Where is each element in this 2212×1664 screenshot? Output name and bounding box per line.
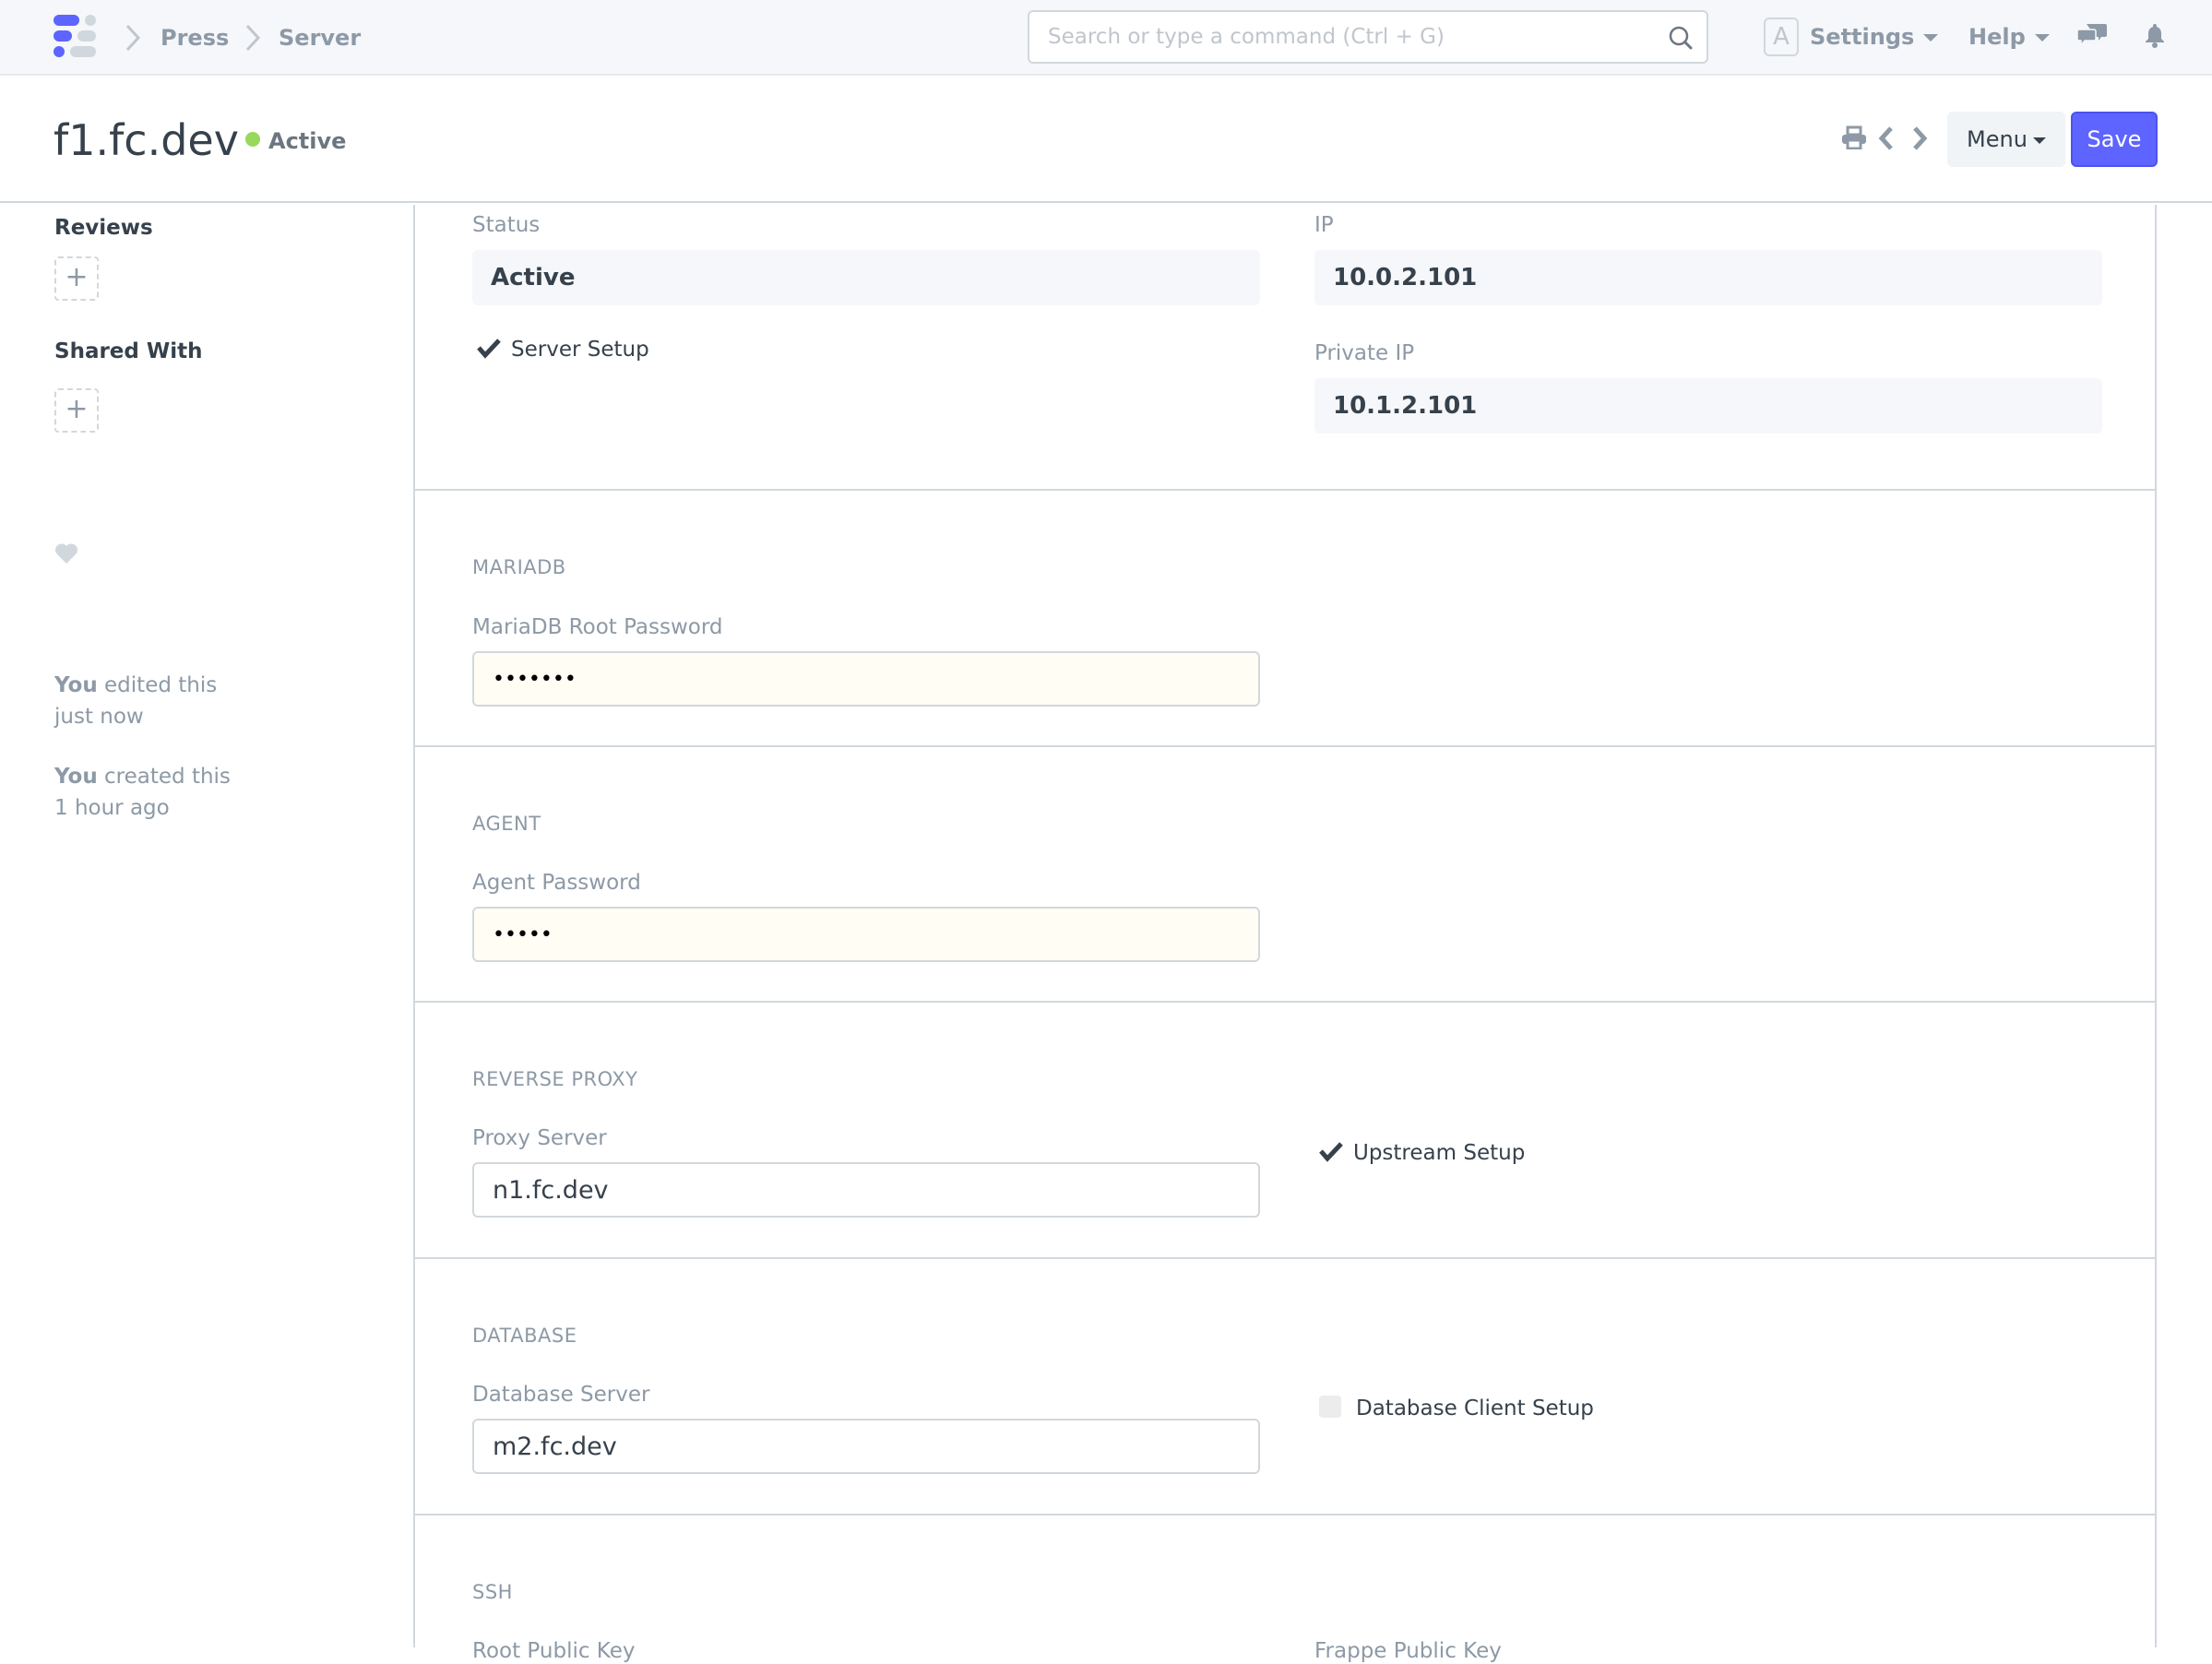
print-icon[interactable]: [1841, 125, 1867, 149]
agent-password-label: Agent Password: [472, 871, 641, 895]
shared-with-heading: Shared With: [54, 339, 203, 363]
timeline-item: You created this 1 hour ago: [54, 761, 231, 824]
caret-down-icon: [2032, 137, 2046, 144]
mariadb-root-password-label: MariaDB Root Password: [472, 615, 723, 639]
settings-dropdown[interactable]: Settings: [1810, 22, 1939, 52]
search-input[interactable]: [1029, 12, 1638, 62]
private-ip-field-value: 10.1.2.101: [1314, 378, 2102, 434]
search-icon[interactable]: [1668, 25, 1694, 51]
check-icon: [477, 339, 501, 359]
section-heading: REVERSE PROXY: [472, 1068, 638, 1090]
navbar: Press Server A Settings Help: [0, 0, 2212, 76]
help-label: Help: [1968, 24, 2026, 50]
caret-down-icon: [1923, 34, 1939, 42]
agent-password-input[interactable]: [472, 907, 1260, 962]
chat-icon[interactable]: [2077, 22, 2107, 48]
timeline-when: just now: [54, 705, 144, 729]
breadcrumb-chevron-icon: [125, 24, 141, 52]
caret-down-icon: [2034, 34, 2050, 42]
section-database: DATABASE Database Server Database Client…: [415, 1259, 2155, 1515]
status-dot-icon: [245, 132, 260, 147]
next-icon[interactable]: [1911, 125, 1928, 151]
section-heading: MARIADB: [472, 556, 566, 578]
prev-icon[interactable]: [1878, 125, 1895, 151]
breadcrumb-press[interactable]: Press: [161, 24, 229, 52]
save-button[interactable]: Save: [2071, 112, 2158, 167]
database-client-setup-label: Database Client Setup: [1356, 1397, 1594, 1420]
menu-button[interactable]: Menu: [1947, 112, 2065, 167]
database-server-label: Database Server: [472, 1383, 650, 1407]
database-server-input[interactable]: [472, 1419, 1260, 1474]
section-ssh: SSH Root Public Key Frappe Public Key: [415, 1515, 2155, 1663]
bell-icon[interactable]: [2144, 22, 2166, 48]
add-share-button[interactable]: +: [54, 388, 99, 433]
form-layout: Status Active Server Setup IP 10.0.2.101…: [413, 205, 2157, 1663]
timeline-action: edited this: [97, 673, 218, 697]
search-bar: [1028, 10, 1708, 64]
upstream-setup-label: Upstream Setup: [1353, 1141, 1526, 1165]
plus-icon: +: [65, 393, 89, 425]
section-agent: AGENT Agent Password: [415, 747, 2155, 1003]
server-setup-label: Server Setup: [511, 338, 649, 362]
timeline-when: 1 hour ago: [54, 796, 170, 820]
timeline-action: created this: [97, 765, 231, 789]
app-logo-icon[interactable]: [52, 13, 100, 61]
help-dropdown[interactable]: Help: [1968, 22, 2050, 52]
root-public-key-label: Root Public Key: [472, 1639, 636, 1663]
menu-label: Menu: [1967, 126, 2028, 152]
plus-icon: +: [65, 261, 89, 293]
frappe-public-key-label: Frappe Public Key: [1314, 1639, 1502, 1663]
page-title: f1.fc.dev: [54, 115, 239, 165]
database-client-setup-checkbox[interactable]: Database Client Setup: [1319, 1395, 1594, 1422]
timeline-actor: You: [54, 765, 98, 789]
form-sidebar: Reviews + Shared With + You edited this …: [0, 205, 413, 1647]
check-icon: [1319, 1142, 1343, 1162]
section-reverse-proxy: REVERSE PROXY Proxy Server Upstream Setu…: [415, 1003, 2155, 1259]
checkbox-unchecked[interactable]: [1319, 1396, 1341, 1418]
breadcrumb-chevron-icon: [245, 24, 261, 52]
section-heading: DATABASE: [472, 1325, 577, 1347]
mariadb-root-password-input[interactable]: [472, 651, 1260, 707]
proxy-server-input[interactable]: [472, 1162, 1260, 1218]
section-mariadb: MARIADB MariaDB Root Password: [415, 491, 2155, 747]
status-field-label: Status: [472, 213, 541, 237]
server-setup-checkbox[interactable]: Server Setup: [476, 336, 649, 363]
timeline-item: You edited this just now: [54, 670, 217, 732]
breadcrumb-server[interactable]: Server: [279, 24, 361, 52]
status-label: Active: [268, 128, 347, 154]
avatar[interactable]: A: [1764, 18, 1799, 56]
section-heading: SSH: [472, 1581, 513, 1603]
ip-field-label: IP: [1314, 213, 1334, 237]
add-review-button[interactable]: +: [54, 256, 99, 301]
reviews-heading: Reviews: [54, 216, 153, 240]
section-general: Status Active Server Setup IP 10.0.2.101…: [415, 205, 2155, 491]
status-indicator: Active: [245, 127, 346, 155]
section-heading: AGENT: [472, 813, 541, 835]
heart-icon[interactable]: [54, 542, 78, 565]
timeline-actor: You: [54, 673, 98, 697]
settings-label: Settings: [1810, 24, 1915, 50]
status-field-value: Active: [472, 250, 1260, 305]
private-ip-field-label: Private IP: [1314, 341, 1415, 365]
ip-field-value: 10.0.2.101: [1314, 250, 2102, 305]
page-head: f1.fc.dev Active Menu Save: [0, 77, 2212, 203]
proxy-server-label: Proxy Server: [472, 1126, 607, 1150]
upstream-setup-checkbox[interactable]: Upstream Setup: [1318, 1139, 1525, 1167]
